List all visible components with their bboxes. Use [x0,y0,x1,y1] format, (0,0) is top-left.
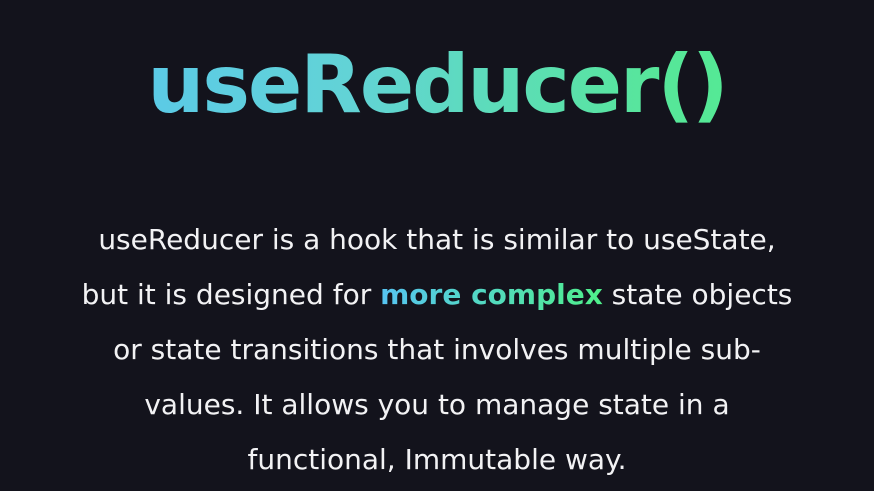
description-line-3: or state transitions that involves multi… [113,333,761,366]
description-line-1: useReducer is a hook that is similar to … [98,223,776,256]
slide-description: useReducer is a hook that is similar to … [20,212,854,487]
slide-title: useReducer() [0,30,874,140]
description-line-2-start: but it is designed for [81,278,381,311]
description-line-5: functional, Immutable way. [247,443,627,476]
highlight-text: more complex [380,278,603,311]
slide: useReducer() useReducer is a hook that i… [0,0,874,491]
description-line-2-end: state objects [602,278,793,311]
description-line-4: values. It allows you to manage state in… [144,388,730,421]
